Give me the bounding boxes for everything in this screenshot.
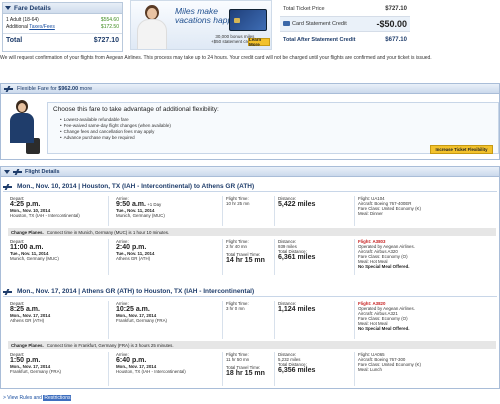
arrive-info: Arrive: 9:50 a.m. +1 Day Tue., Nov. 11, … bbox=[116, 196, 165, 218]
flight-segment: Depart: 8:25 a.m. Mon., Nov. 17, 2014 At… bbox=[8, 301, 496, 339]
arrive-info: Arrive: 2:40 p.m. Tue., Nov. 11, 2014 At… bbox=[116, 239, 155, 261]
confirmation-notice: We will request confirmation of your fli… bbox=[0, 55, 432, 61]
depart-info: Depart: 8:25 a.m. Mon., Nov. 17, 2014 At… bbox=[10, 301, 51, 323]
adult-label: 1 Adult (18-64) bbox=[6, 16, 39, 23]
flight-segment: Depart: 1:50 p.m. Mon., Nov. 17, 2014 Fr… bbox=[8, 352, 496, 386]
plane-icon bbox=[4, 86, 13, 92]
card-credit-label: Card Statement Credit bbox=[292, 21, 347, 27]
total-price: $727.10 bbox=[93, 37, 119, 44]
flexible-fare-bar[interactable]: Flexible Fare for $962.00 more bbox=[0, 83, 500, 94]
depart-info: Depart: 11:00 a.m. Tue., Nov. 11, 2014 M… bbox=[10, 239, 59, 261]
return-route-header: Mon., Nov. 17, 2014 | Athens GR (ATH) to… bbox=[3, 287, 497, 297]
flight-number-info: Flight: A3820 Operated by Aegean Airline… bbox=[358, 301, 415, 331]
collapse-arrow-icon[interactable] bbox=[5, 6, 11, 10]
credit-card-image bbox=[229, 9, 267, 31]
return-route-text: Mon., Nov. 17, 2014 | Athens GR (ATH) to… bbox=[17, 288, 255, 295]
credit-card-icon bbox=[283, 21, 290, 27]
fare-details-panel: Fare Details 1 Adult (18-64) $554.60 Add… bbox=[2, 2, 123, 52]
plane-icon bbox=[13, 169, 22, 175]
change-planes-notice: Change Planes. Connect time in Munich, Ge… bbox=[8, 228, 496, 236]
fare-details-title: Fare Details bbox=[14, 4, 51, 12]
rules-restrictions-link[interactable]: > View Rules and Restrictions bbox=[3, 395, 72, 401]
flight-attendant-image bbox=[4, 98, 44, 156]
taxes-prefix: Additional bbox=[6, 23, 30, 30]
flight-time-info: Flight Time: 2 hr 40 mn Total Travel Tim… bbox=[226, 239, 265, 264]
list-item: Advance purchase may be required bbox=[60, 135, 171, 141]
distance-info: Distance: 939 miles Total Distance: 6,36… bbox=[278, 239, 316, 261]
flight-time-info: Flight Time: 11 hr 50 mn Total Travel Ti… bbox=[226, 352, 265, 377]
total-ticket-value: $727.10 bbox=[385, 6, 407, 12]
total-ticket-label: Total Ticket Price bbox=[283, 6, 325, 12]
fare-details-header[interactable]: Fare Details bbox=[3, 3, 122, 14]
flight-time-info: Flight Time: 3 hr 0 mn bbox=[226, 301, 249, 311]
outbound-route-header: Mon., Nov. 10, 2014 | Houston, TX (IAH -… bbox=[3, 182, 497, 192]
taxes-fees-link[interactable]: Taxes/Fees bbox=[29, 24, 55, 30]
adult-price: $554.60 bbox=[100, 16, 119, 23]
flight-segment: Depart: 11:00 a.m. Tue., Nov. 11, 2014 M… bbox=[8, 239, 496, 275]
flight-segment: Depart: 4:25 p.m. Mon., Nov. 10, 2014 Ho… bbox=[8, 196, 496, 226]
learn-more-button[interactable]: Learn More bbox=[248, 37, 270, 47]
price-summary: Total Ticket Price $727.10 Card Statemen… bbox=[280, 2, 410, 48]
depart-info: Depart: 4:25 p.m. Mon., Nov. 10, 2014 Ho… bbox=[10, 196, 80, 218]
distance-info: Distance: 5,232 miles Total Distance: 6,… bbox=[278, 352, 316, 374]
card-credit-value: -$50.00 bbox=[376, 19, 407, 29]
flight-number-info: Flight: A3803 Operated by Aegean Airline… bbox=[358, 239, 415, 269]
total-label: Total bbox=[6, 37, 23, 44]
flexible-fare-title: Choose this fare to take advantage of ad… bbox=[53, 106, 219, 113]
flexible-bar-suffix: more bbox=[78, 85, 93, 92]
flight-time-info: Flight Time: 10 hr 25 mn bbox=[226, 196, 250, 206]
arrive-info: Arrive: 6:40 p.m. Mon., Nov. 17, 2014 Ho… bbox=[116, 352, 186, 374]
increase-flexibility-button[interactable]: Increase Ticket Flexibility bbox=[430, 145, 493, 154]
flexible-bar-price: $962.00 bbox=[58, 85, 79, 92]
depart-info: Depart: 1:50 p.m. Mon., Nov. 17, 2014 Fr… bbox=[10, 352, 61, 374]
flexible-bar-prefix: Flexible Fare for bbox=[17, 85, 59, 92]
change-planes-notice: Change Planes. Connect time in Frankfurt,… bbox=[8, 341, 496, 349]
promo-person-image bbox=[135, 5, 169, 49]
card-promo-banner[interactable]: Miles make vacations happen. 30,000 bonu… bbox=[130, 0, 272, 50]
flight-number-info: Flight: UA104 Aircraft: Boeing 767-400ER… bbox=[358, 196, 421, 216]
flexible-fare-panel: Choose this fare to take advantage of ad… bbox=[0, 94, 500, 160]
plane-icon bbox=[3, 289, 12, 295]
arrive-info: Arrive: 10:25 a.m. Mon., Nov. 17, 2014 F… bbox=[116, 301, 167, 323]
flight-details-title: Flight Details bbox=[25, 168, 60, 175]
outbound-route-text: Mon., Nov. 10, 2014 | Houston, TX (IAH -… bbox=[17, 183, 255, 190]
distance-info: Distance: 1,124 miles bbox=[278, 301, 316, 313]
flight-details-bar[interactable]: Flight Details bbox=[0, 166, 500, 177]
taxes-price: $172.50 bbox=[100, 23, 119, 30]
flexible-benefits-list: Lowest-available refundable fare Fee-wai… bbox=[60, 117, 171, 141]
distance-info: Distance: 5,422 miles bbox=[278, 196, 316, 208]
after-credit-label: Total After Statement Credit bbox=[283, 36, 356, 43]
flight-number-info: Flight: UA065 Aircraft: Boeing 767-300 F… bbox=[358, 352, 421, 372]
plane-icon bbox=[3, 184, 12, 190]
collapse-arrow-icon[interactable] bbox=[4, 169, 10, 174]
after-credit-value: $677.10 bbox=[385, 36, 407, 43]
